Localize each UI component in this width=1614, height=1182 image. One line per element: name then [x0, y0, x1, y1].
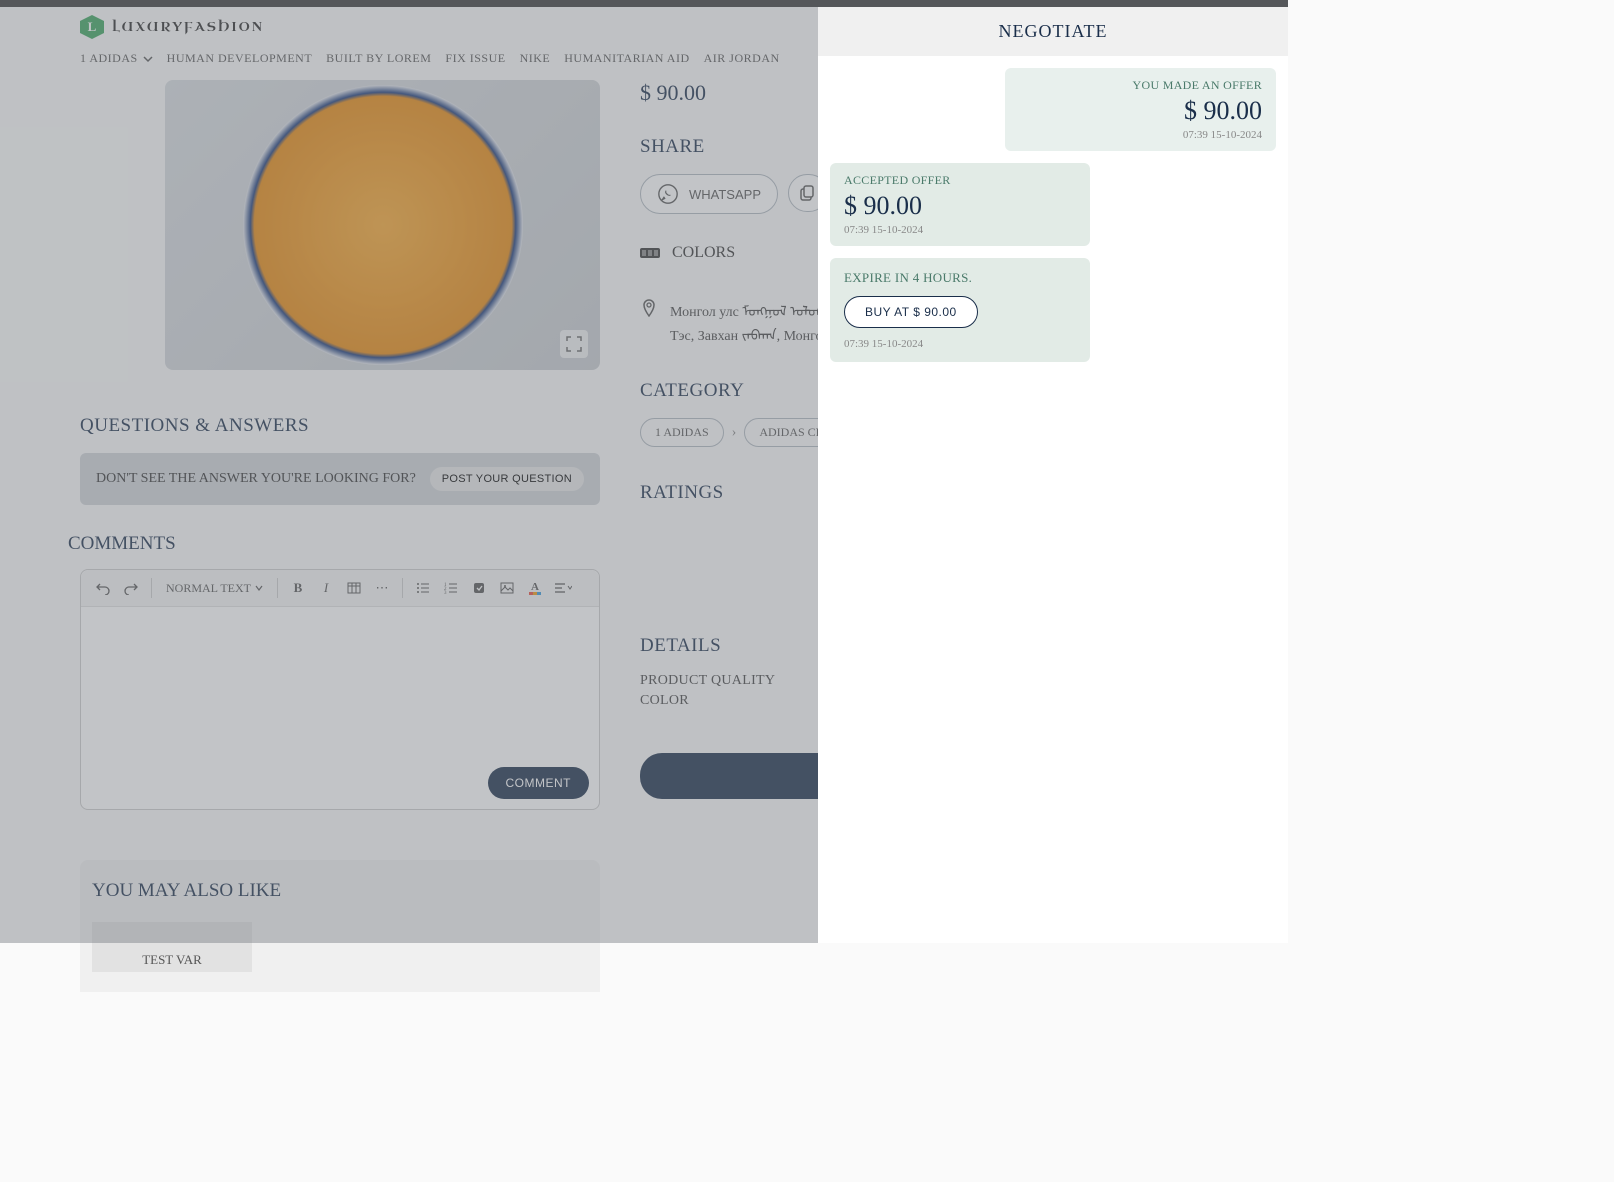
expire-time: 07:39 15-10-2024 [844, 338, 1076, 350]
offer-sent-label: YOU MADE AN OFFER [1019, 78, 1262, 93]
offer-sent-message: YOU MADE AN OFFER $ 90.00 07:39 15-10-20… [1005, 68, 1276, 151]
expire-label: EXPIRE IN 4 HOURS. [844, 270, 1076, 286]
negotiate-panel: NEGOTIATE YOU MADE AN OFFER $ 90.00 07:3… [818, 7, 1288, 943]
accepted-amount: $ 90.00 [844, 191, 1076, 221]
panel-title: NEGOTIATE [818, 7, 1288, 56]
expire-box: EXPIRE IN 4 HOURS. BUY AT $ 90.00 07:39 … [830, 258, 1090, 362]
accepted-label: ACCEPTED OFFER [844, 173, 1076, 188]
panel-body: YOU MADE AN OFFER $ 90.00 07:39 15-10-20… [818, 56, 1288, 374]
offer-sent-amount: $ 90.00 [1019, 96, 1262, 126]
buy-at-button[interactable]: BUY AT $ 90.00 [844, 296, 978, 328]
accepted-offer-message: ACCEPTED OFFER $ 90.00 07:39 15-10-2024 [830, 163, 1090, 246]
offer-sent-time: 07:39 15-10-2024 [1019, 129, 1262, 141]
accepted-time: 07:39 15-10-2024 [844, 224, 1076, 236]
